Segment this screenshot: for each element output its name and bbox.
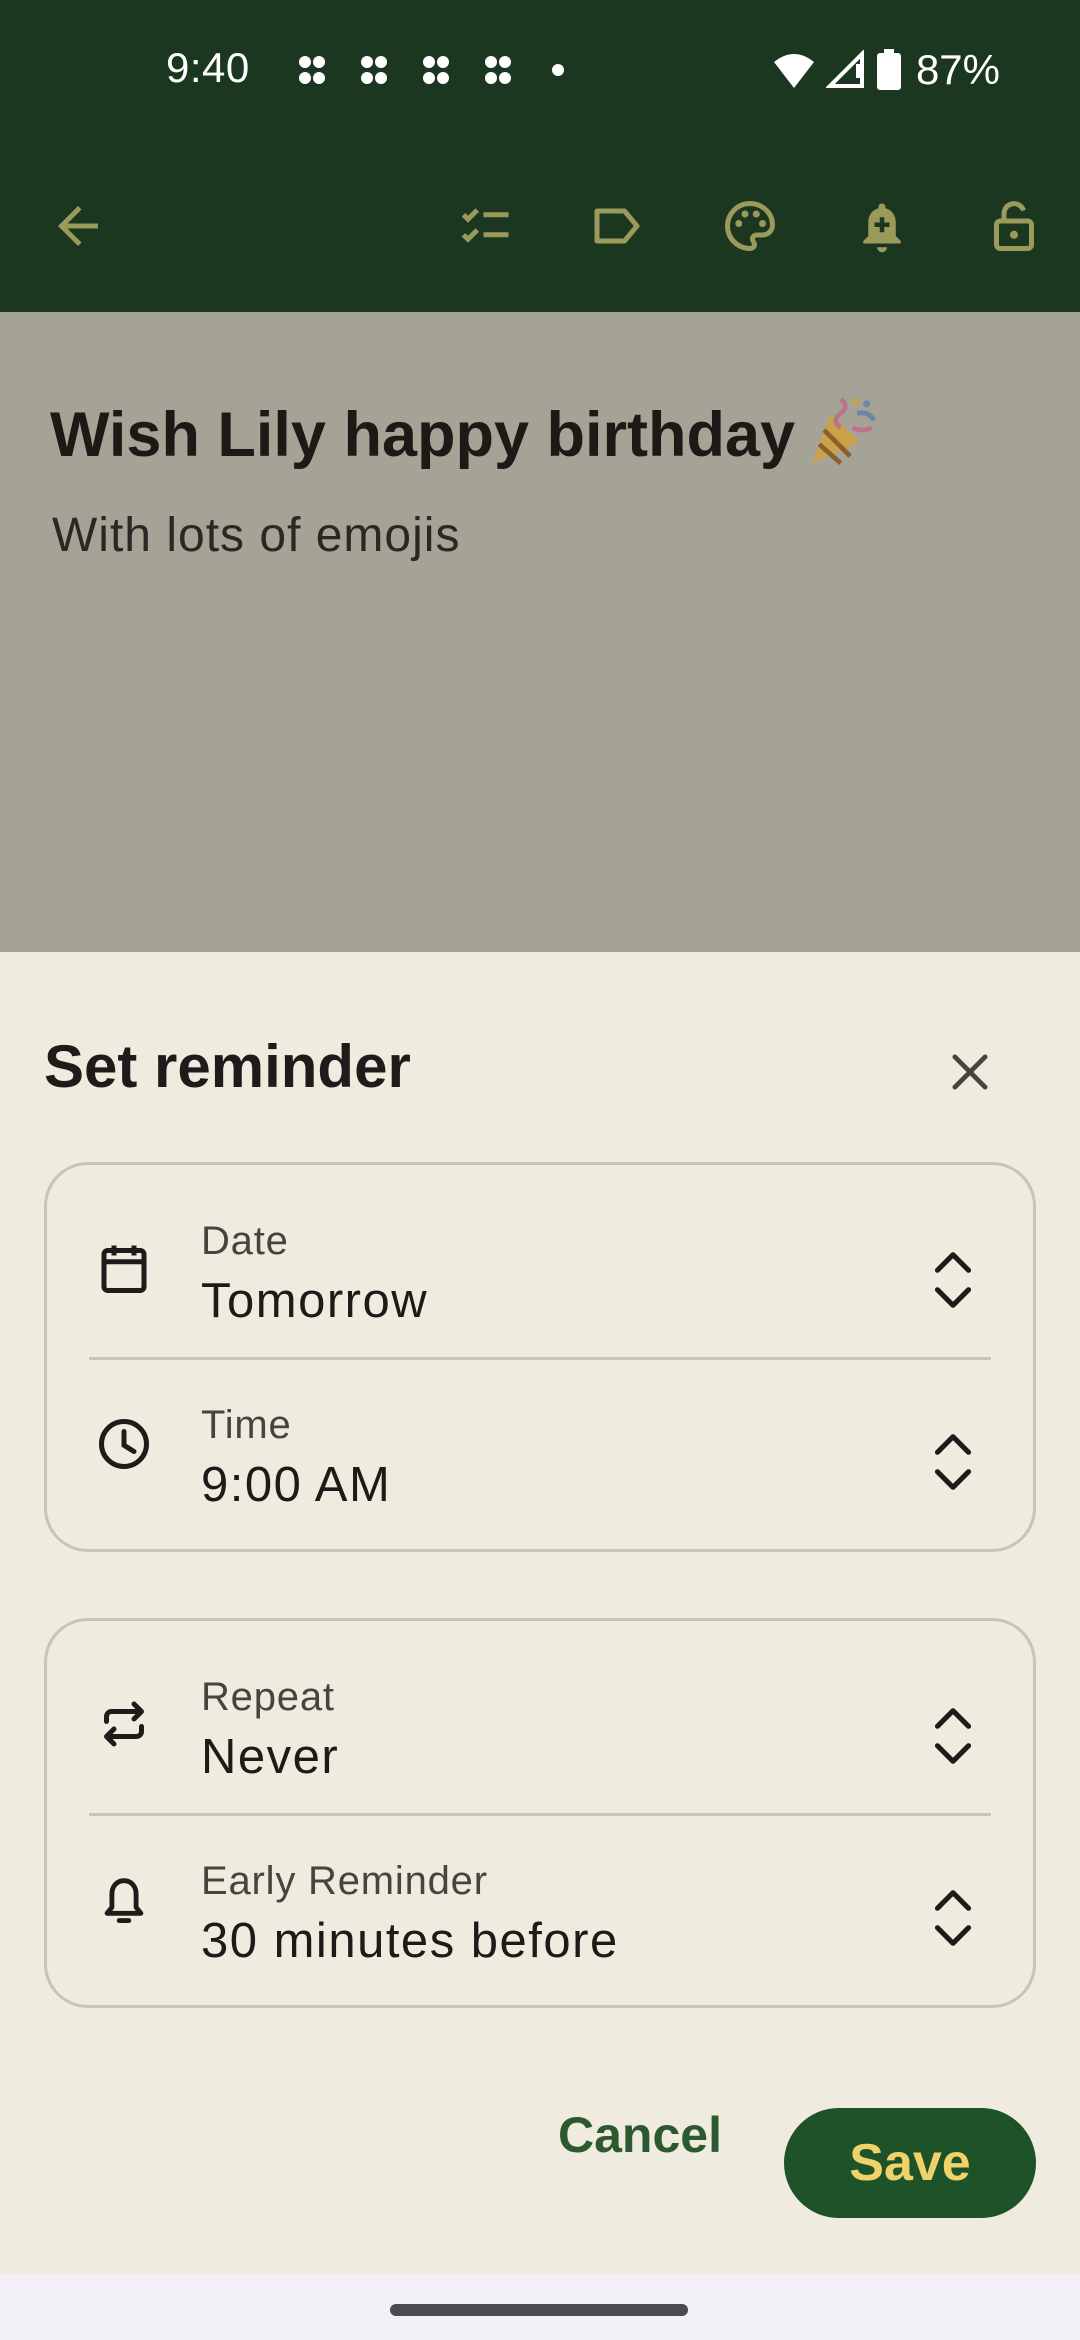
repeat-icon [104, 1701, 144, 1747]
clock-icon [99, 1419, 149, 1469]
close-icon [952, 1054, 988, 1090]
time-label: Time [201, 1403, 292, 1447]
expand-collapse-icon [934, 1252, 972, 1308]
sheet-title: Set reminder [44, 1033, 411, 1100]
note-title-text: Wish Lily happy birthday [50, 400, 796, 470]
wifi-icon [773, 54, 814, 88]
battery-percent: 87% [915, 46, 1000, 93]
party-popper-icon [812, 397, 877, 466]
cell-signal-icon [825, 50, 864, 88]
early-reminder-value: 30 minutes before [201, 1914, 619, 1968]
expand-collapse-icon [934, 1708, 972, 1764]
notification-icons [292, 50, 564, 90]
expand-collapse-icon [934, 1434, 972, 1490]
checklist-icon[interactable] [452, 192, 520, 260]
expand-collapse-icon [934, 1890, 972, 1946]
app-notification-icon [423, 56, 449, 84]
gesture-navigation-bar [0, 2274, 1080, 2340]
app-notification-icon [299, 56, 325, 84]
palette-icon[interactable] [716, 192, 784, 260]
early-reminder-selector[interactable]: Early Reminder 30 minutes before [47, 1797, 1033, 1973]
date-value: Tomorrow [201, 1274, 429, 1328]
save-button[interactable]: Save [784, 2108, 1036, 2218]
note-title[interactable]: Wish Lily happy birthday [50, 392, 881, 471]
set-reminder-sheet: Set reminder Date Tomorrow Time 9:00 AM [0, 952, 1080, 2274]
bell-icon [104, 1878, 144, 1923]
date-label: Date [201, 1219, 289, 1263]
home-gesture-handle[interactable] [390, 2304, 688, 2316]
repeat-early-reminder-card: Repeat Never Early Reminder 30 minutes b… [44, 1618, 1036, 2008]
cancel-button[interactable]: Cancel [540, 2080, 740, 2190]
early-reminder-label: Early Reminder [201, 1859, 488, 1903]
label-icon[interactable] [583, 192, 651, 260]
back-arrow-icon[interactable] [44, 192, 112, 260]
date-time-card: Date Tomorrow Time 9:00 AM [44, 1162, 1036, 1552]
more-notifications-dot-icon [552, 64, 564, 76]
status-time: 9:40 [166, 44, 250, 91]
close-button[interactable] [932, 1034, 1008, 1110]
app-notification-icon [361, 56, 387, 84]
time-value: 9:00 AM [201, 1458, 392, 1512]
date-selector[interactable]: Date Tomorrow [47, 1165, 1033, 1341]
unlock-icon[interactable] [980, 192, 1048, 260]
repeat-selector[interactable]: Repeat Never [47, 1621, 1033, 1797]
repeat-value: Never [201, 1730, 340, 1784]
add-reminder-icon[interactable] [848, 192, 916, 260]
time-selector[interactable]: Time 9:00 AM [47, 1341, 1033, 1517]
repeat-label: Repeat [201, 1675, 335, 1719]
note-body[interactable]: With lots of emojis [52, 508, 460, 563]
calendar-icon [101, 1245, 147, 1293]
note-toolbar [0, 140, 1080, 312]
app-notification-icon [485, 56, 511, 84]
note-editor: Wish Lily happy birthday With lots of em… [0, 312, 1080, 952]
battery-icon [876, 49, 901, 90]
status-bar: 9:40 87% [0, 0, 1080, 140]
